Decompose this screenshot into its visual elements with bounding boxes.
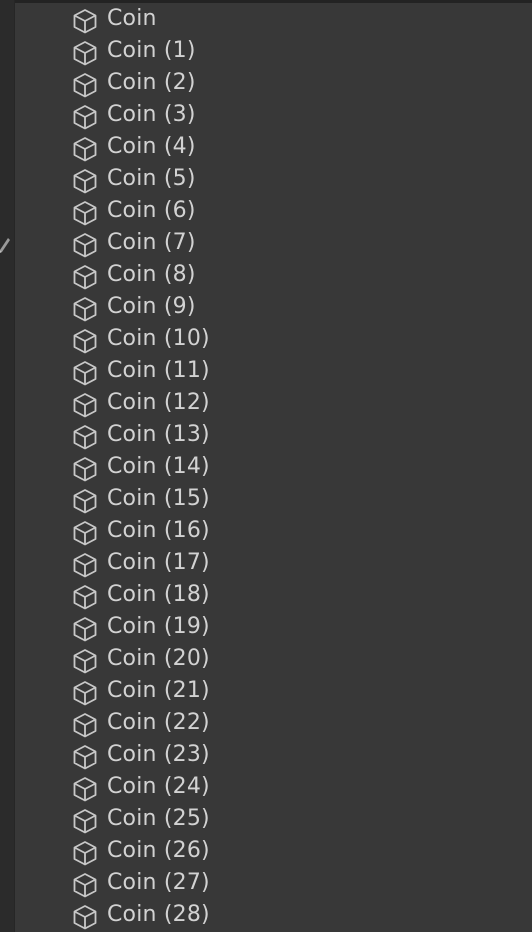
gameobject-cube-icon xyxy=(71,7,99,35)
hierarchy-item[interactable]: Coin (20) xyxy=(0,643,532,675)
hierarchy-item[interactable]: Coin (25) xyxy=(0,803,532,835)
gameobject-cube-icon xyxy=(71,615,99,643)
hierarchy-list[interactable]: Coin Coin (1) Coin (2) Coin (3) Coin (4)… xyxy=(0,3,532,932)
gameobject-cube-icon xyxy=(71,903,99,931)
hierarchy-item-label: Coin (1) xyxy=(107,38,196,63)
hierarchy-item[interactable]: Coin (16) xyxy=(0,515,532,547)
gameobject-cube-icon xyxy=(71,583,99,611)
hierarchy-item-label: Coin (20) xyxy=(107,646,210,671)
hierarchy-item-label: Coin (13) xyxy=(107,422,210,447)
hierarchy-item[interactable]: Coin (18) xyxy=(0,579,532,611)
hierarchy-item-label: Coin xyxy=(107,6,157,31)
hierarchy-item-label: Coin (5) xyxy=(107,166,196,191)
hierarchy-item-label: Coin (4) xyxy=(107,134,196,159)
hierarchy-item-label: Coin (14) xyxy=(107,454,210,479)
hierarchy-item-label: Coin (19) xyxy=(107,614,210,639)
hierarchy-item-label: Coin (16) xyxy=(107,518,210,543)
gameobject-cube-icon xyxy=(71,359,99,387)
hierarchy-item-label: Coin (24) xyxy=(107,774,210,799)
hierarchy-item-label: Coin (7) xyxy=(107,230,196,255)
hierarchy-item-label: Coin (28) xyxy=(107,902,210,927)
gameobject-cube-icon xyxy=(71,103,99,131)
gameobject-cube-icon xyxy=(71,647,99,675)
hierarchy-item[interactable]: Coin (27) xyxy=(0,867,532,899)
hierarchy-item-label: Coin (8) xyxy=(107,262,196,287)
hierarchy-item[interactable]: Coin (21) xyxy=(0,675,532,707)
gameobject-cube-icon xyxy=(71,295,99,323)
hierarchy-item-label: Coin (3) xyxy=(107,102,196,127)
hierarchy-item-label: Coin (25) xyxy=(107,806,210,831)
hierarchy-item-label: Coin (22) xyxy=(107,710,210,735)
hierarchy-item[interactable]: Coin (12) xyxy=(0,387,532,419)
hierarchy-item-label: Coin (18) xyxy=(107,582,210,607)
gameobject-cube-icon xyxy=(71,167,99,195)
hierarchy-item[interactable]: Coin (26) xyxy=(0,835,532,867)
hierarchy-item-label: Coin (27) xyxy=(107,870,210,895)
hierarchy-item[interactable]: Coin (10) xyxy=(0,323,532,355)
hierarchy-item-label: Coin (26) xyxy=(107,838,210,863)
hierarchy-item[interactable]: Coin (23) xyxy=(0,739,532,771)
hierarchy-item-label: Coin (23) xyxy=(107,742,210,767)
hierarchy-item[interactable]: Coin (5) xyxy=(0,163,532,195)
gameobject-cube-icon xyxy=(71,839,99,867)
hierarchy-item[interactable]: Coin (17) xyxy=(0,547,532,579)
gameobject-cube-icon xyxy=(71,391,99,419)
gameobject-cube-icon xyxy=(71,455,99,483)
gameobject-cube-icon xyxy=(71,775,99,803)
hierarchy-item[interactable]: Coin (3) xyxy=(0,99,532,131)
hierarchy-item-label: Coin (15) xyxy=(107,486,210,511)
gameobject-cube-icon xyxy=(71,263,99,291)
hierarchy-item-label: Coin (12) xyxy=(107,390,210,415)
gameobject-cube-icon xyxy=(71,711,99,739)
gameobject-cube-icon xyxy=(71,519,99,547)
hierarchy-item-label: Coin (2) xyxy=(107,70,196,95)
hierarchy-item[interactable]: Coin (1) xyxy=(0,35,532,67)
hierarchy-item-label: Coin (11) xyxy=(107,358,210,383)
hierarchy-item[interactable]: Coin (22) xyxy=(0,707,532,739)
gameobject-cube-icon xyxy=(71,199,99,227)
gameobject-cube-icon xyxy=(71,679,99,707)
hierarchy-item[interactable]: Coin (13) xyxy=(0,419,532,451)
gameobject-cube-icon xyxy=(71,231,99,259)
gameobject-cube-icon xyxy=(71,551,99,579)
gameobject-cube-icon xyxy=(71,807,99,835)
hierarchy-item[interactable]: Coin (15) xyxy=(0,483,532,515)
gameobject-cube-icon xyxy=(71,327,99,355)
hierarchy-item[interactable]: Coin (19) xyxy=(0,611,532,643)
hierarchy-item[interactable]: Coin (6) xyxy=(0,195,532,227)
hierarchy-item[interactable]: Coin (11) xyxy=(0,355,532,387)
hierarchy-item[interactable]: Coin (14) xyxy=(0,451,532,483)
hierarchy-item[interactable]: Coin xyxy=(0,3,532,35)
hierarchy-item-label: Coin (17) xyxy=(107,550,210,575)
hierarchy-item-label: Coin (21) xyxy=(107,678,210,703)
hierarchy-item[interactable]: Coin (9) xyxy=(0,291,532,323)
hierarchy-item-label: Coin (9) xyxy=(107,294,196,319)
hierarchy-item[interactable]: Coin (4) xyxy=(0,131,532,163)
gameobject-cube-icon xyxy=(71,487,99,515)
gameobject-cube-icon xyxy=(71,871,99,899)
hierarchy-panel: Coin Coin (1) Coin (2) Coin (3) Coin (4)… xyxy=(0,0,532,932)
gameobject-cube-icon xyxy=(71,135,99,163)
gameobject-cube-icon xyxy=(71,39,99,67)
gameobject-cube-icon xyxy=(71,71,99,99)
hierarchy-item[interactable]: Coin (24) xyxy=(0,771,532,803)
gameobject-cube-icon xyxy=(71,423,99,451)
hierarchy-item[interactable]: Coin (28) xyxy=(0,899,532,931)
hierarchy-item[interactable]: Coin (8) xyxy=(0,259,532,291)
gameobject-cube-icon xyxy=(71,743,99,771)
hierarchy-item-label: Coin (10) xyxy=(107,326,210,351)
hierarchy-item[interactable]: Coin (2) xyxy=(0,67,532,99)
hierarchy-item[interactable]: Coin (7) xyxy=(0,227,532,259)
hierarchy-item-label: Coin (6) xyxy=(107,198,196,223)
